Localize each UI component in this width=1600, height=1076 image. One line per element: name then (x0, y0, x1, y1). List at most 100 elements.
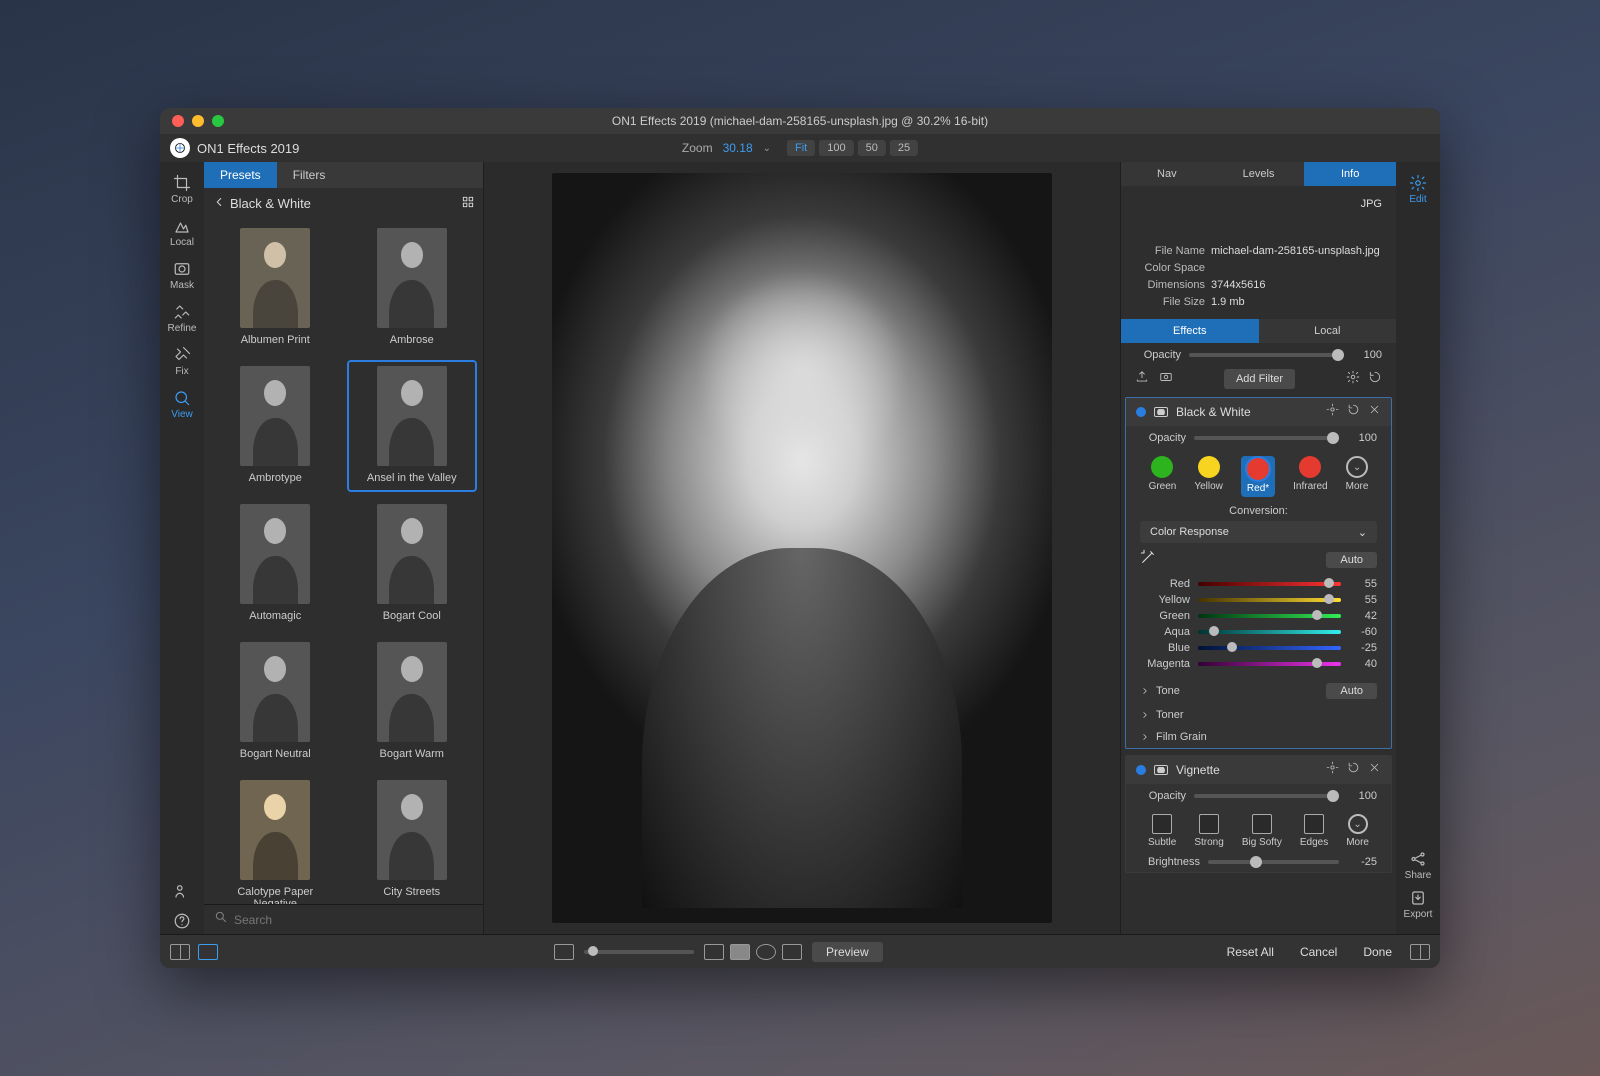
channel-slider[interactable] (1198, 582, 1341, 586)
channel-slider[interactable] (1198, 646, 1341, 650)
crop-tool-button[interactable]: Crop (162, 170, 202, 209)
refine-tool-button[interactable]: Refine (162, 299, 202, 338)
channel-slider[interactable] (1198, 630, 1341, 634)
mask-thumbnail-icon[interactable] (1154, 407, 1168, 417)
zoom-100-button[interactable]: 100 (819, 140, 853, 156)
zoom-window-button[interactable] (212, 115, 224, 127)
view-option-4-icon[interactable] (782, 944, 802, 960)
canvas-area[interactable] (484, 162, 1120, 934)
compare-icon[interactable] (162, 878, 202, 904)
minimize-window-button[interactable] (192, 115, 204, 127)
done-button[interactable]: Done (1355, 942, 1400, 962)
view-tool-button[interactable]: View (162, 385, 202, 424)
vignette-style-edges[interactable]: Edges (1300, 814, 1328, 848)
vignette-brightness-slider[interactable] (1208, 860, 1339, 864)
help-icon[interactable] (162, 908, 202, 934)
preset-item[interactable]: Ambrotype (210, 360, 341, 492)
compare-square-icon[interactable] (554, 944, 574, 960)
tab-local[interactable]: Local (1259, 319, 1397, 343)
edit-mode-button[interactable]: Edit (1398, 170, 1438, 209)
swatch-infrared[interactable]: Infrared (1293, 456, 1327, 497)
chevron-down-icon[interactable]: ⌄ (763, 143, 771, 154)
tab-presets[interactable]: Presets (204, 162, 277, 188)
vignette-style-strong[interactable]: Strong (1194, 814, 1223, 848)
vignette-style-more[interactable]: ⌄More (1346, 814, 1369, 848)
close-icon[interactable] (1368, 403, 1381, 421)
chevron-down-icon: ⌄ (1346, 456, 1368, 478)
reset-icon[interactable] (1368, 370, 1382, 389)
filter-enable-toggle[interactable] (1136, 765, 1146, 775)
mask-tool-button[interactable]: Mask (162, 256, 202, 295)
zoom-value[interactable]: 30.18 (723, 141, 753, 155)
tab-levels[interactable]: Levels (1213, 162, 1305, 186)
gear-icon[interactable] (1326, 403, 1339, 421)
preset-item[interactable]: Bogart Warm (347, 636, 478, 768)
preset-item[interactable]: Ambrose (347, 222, 478, 354)
search-input[interactable] (234, 913, 473, 927)
export-icon[interactable] (1135, 370, 1149, 389)
zoom-50-button[interactable]: 50 (858, 140, 886, 156)
vignette-style-big-softy[interactable]: Big Softy (1242, 814, 1282, 848)
channel-slider[interactable] (1198, 614, 1341, 618)
reset-icon[interactable] (1347, 761, 1360, 779)
vignette-opacity-slider[interactable] (1194, 794, 1339, 798)
view-option-2-icon[interactable] (730, 944, 750, 960)
tab-effects[interactable]: Effects (1121, 319, 1259, 343)
swatch-more[interactable]: ⌄More (1346, 456, 1369, 497)
reset-icon[interactable] (1347, 403, 1360, 421)
footer-bar: Preview Reset All Cancel Done (160, 934, 1440, 968)
fix-tool-button[interactable]: Fix (162, 342, 202, 381)
gear-icon[interactable] (1326, 761, 1339, 779)
section-toner[interactable]: Toner (1126, 704, 1391, 726)
section-film-grain[interactable]: Film Grain (1126, 726, 1391, 748)
gear-icon[interactable] (1346, 370, 1360, 389)
cancel-button[interactable]: Cancel (1292, 942, 1345, 962)
conversion-select[interactable]: Color Response ⌄ (1140, 521, 1377, 543)
preset-item[interactable]: Albumen Print (210, 222, 341, 354)
tab-filters[interactable]: Filters (277, 162, 342, 188)
tab-nav[interactable]: Nav (1121, 162, 1213, 186)
close-window-button[interactable] (172, 115, 184, 127)
panel-toggle-button[interactable] (1410, 944, 1430, 960)
auto-button[interactable]: Auto (1326, 683, 1377, 699)
dual-view-button[interactable] (170, 944, 190, 960)
global-opacity-slider[interactable] (1189, 353, 1344, 357)
preset-list[interactable]: Albumen PrintAmbroseAmbrotypeAnsel in th… (204, 218, 483, 904)
vignette-style-subtle[interactable]: Subtle (1148, 814, 1176, 848)
preset-item[interactable]: Automagic (210, 498, 341, 630)
swatch-green[interactable]: Green (1149, 456, 1177, 497)
swatch-red[interactable]: Red* (1241, 456, 1275, 497)
back-icon[interactable] (212, 195, 226, 212)
preview-button[interactable]: Preview (812, 942, 883, 962)
local-tool-button[interactable]: Local (162, 213, 202, 252)
zoom-25-button[interactable]: 25 (890, 140, 918, 156)
magic-wand-icon[interactable] (1140, 549, 1156, 570)
view-option-1-icon[interactable] (704, 944, 724, 960)
mask-thumbnail-icon[interactable] (1154, 765, 1168, 775)
mask-icon[interactable] (1159, 370, 1173, 389)
view-option-3-icon[interactable] (756, 944, 776, 960)
preset-category-label[interactable]: Black & White (230, 196, 311, 211)
preset-item[interactable]: Bogart Cool (347, 498, 478, 630)
filter-enable-toggle[interactable] (1136, 407, 1146, 417)
reset-all-button[interactable]: Reset All (1219, 942, 1282, 962)
export-button[interactable]: Export (1398, 885, 1438, 924)
tab-info[interactable]: Info (1304, 162, 1396, 186)
preset-item[interactable]: Bogart Neutral (210, 636, 341, 768)
auto-button[interactable]: Auto (1326, 552, 1377, 568)
grid-view-icon[interactable] (461, 195, 475, 212)
share-button[interactable]: Share (1398, 846, 1438, 885)
preset-item[interactable]: Ansel in the Valley (347, 360, 478, 492)
channel-slider[interactable] (1198, 598, 1341, 602)
add-filter-button[interactable]: Add Filter (1224, 369, 1295, 389)
zoom-slider[interactable] (584, 950, 694, 954)
bw-opacity-slider[interactable] (1194, 436, 1339, 440)
zoom-fit-button[interactable]: Fit (787, 140, 815, 156)
section-tone[interactable]: ToneAuto (1126, 678, 1391, 704)
swatch-yellow[interactable]: Yellow (1194, 456, 1223, 497)
preset-item[interactable]: Calotype Paper Negative (210, 774, 341, 904)
channel-slider[interactable] (1198, 662, 1341, 666)
preset-item[interactable]: City Streets (347, 774, 478, 904)
close-icon[interactable] (1368, 761, 1381, 779)
single-view-button[interactable] (198, 944, 218, 960)
